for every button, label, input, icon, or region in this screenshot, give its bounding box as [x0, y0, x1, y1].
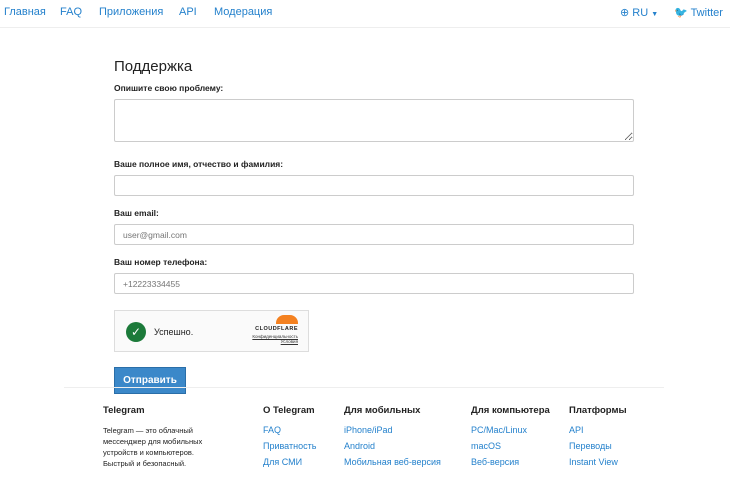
footer-col-platforms: Платформы API Переводы Instant View	[569, 405, 627, 473]
footer-link-faq[interactable]: FAQ	[263, 425, 316, 435]
footer-link-api[interactable]: API	[569, 425, 627, 435]
footer-col-title: Платформы	[569, 405, 627, 416]
page-title: Поддержка	[114, 58, 193, 75]
language-selector[interactable]: ⊕ RU ▼	[620, 6, 658, 19]
success-check-icon: ✓	[126, 322, 146, 342]
name-input[interactable]	[114, 175, 634, 196]
footer-link-web[interactable]: Веб-версия	[471, 457, 550, 467]
footer-link-iphone[interactable]: iPhone/iPad	[344, 425, 441, 435]
email-label: Ваш email:	[114, 208, 159, 218]
footer-about-text: Telegram — это облачный мессенджер для м…	[103, 426, 203, 468]
caret-down-icon: ▼	[651, 11, 659, 18]
globe-icon: ⊕	[620, 7, 630, 19]
footer-link-mobile-web[interactable]: Мобильная веб-версия	[344, 457, 441, 467]
nav-apps[interactable]: Приложения	[99, 6, 163, 18]
captcha-status: Успешно.	[154, 327, 194, 337]
footer-col-title: О Telegram	[263, 405, 315, 416]
footer-col-title: Для мобильных	[344, 405, 421, 416]
nav-moderation[interactable]: Модерация	[214, 6, 272, 18]
nav-home[interactable]: Главная	[4, 6, 46, 18]
nav-faq[interactable]: FAQ	[60, 6, 82, 18]
problem-input[interactable]	[114, 99, 634, 142]
name-label: Ваше полное имя, отчество и фамилия:	[114, 159, 284, 169]
twitter-link[interactable]: 🐦 Twitter	[674, 6, 723, 19]
footer-link-instant-view[interactable]: Instant View	[569, 457, 627, 467]
cloudflare-captcha[interactable]: ✓ Успешно. CLOUDFLARE Конфиденциальность…	[114, 310, 309, 352]
footer-col-mobile: Для мобильных iPhone/iPad Android Мобиль…	[344, 405, 441, 473]
support-form: Поддержка Опишите свою проблему: Ваше по…	[114, 58, 634, 394]
footer-col-title: Для компьютера	[471, 405, 550, 416]
footer-about: Telegram Telegram — это облачный мессенд…	[103, 405, 223, 469]
footer-link-translations[interactable]: Переводы	[569, 441, 627, 451]
cloud-icon	[276, 315, 298, 324]
footer-link-macos[interactable]: macOS	[471, 441, 550, 451]
footer-col-about: О Telegram FAQ Приватность Для СМИ	[263, 405, 316, 473]
footer-link-android[interactable]: Android	[344, 441, 441, 451]
phone-input[interactable]	[114, 273, 634, 294]
footer-link-privacy[interactable]: Приватность	[263, 441, 316, 451]
problem-label: Опишите свою проблему:	[114, 83, 224, 93]
email-input[interactable]	[114, 224, 634, 245]
footer-divider	[64, 387, 664, 388]
cloudflare-logo: CLOUDFLARE Конфиденциальность Условия	[252, 315, 298, 344]
cloudflare-brand: CLOUDFLARE	[255, 326, 298, 332]
footer-col-desktop: Для компьютера PC/Mac/Linux macOS Веб-ве…	[471, 405, 550, 473]
phone-label: Ваш номер телефона:	[114, 257, 208, 267]
footer-link-press[interactable]: Для СМИ	[263, 457, 316, 467]
twitter-icon: 🐦	[674, 7, 688, 19]
footer-about-title: Telegram	[103, 405, 145, 416]
footer-link-pc[interactable]: PC/Mac/Linux	[471, 425, 550, 435]
language-label: RU	[632, 7, 649, 19]
nav-api[interactable]: API	[179, 6, 197, 18]
top-nav: Главная FAQ Приложения API Модерация ⊕ R…	[0, 0, 730, 28]
submit-button[interactable]: Отправить	[114, 367, 186, 394]
terms-link[interactable]: Условия	[252, 339, 298, 344]
twitter-label: Twitter	[690, 7, 723, 19]
